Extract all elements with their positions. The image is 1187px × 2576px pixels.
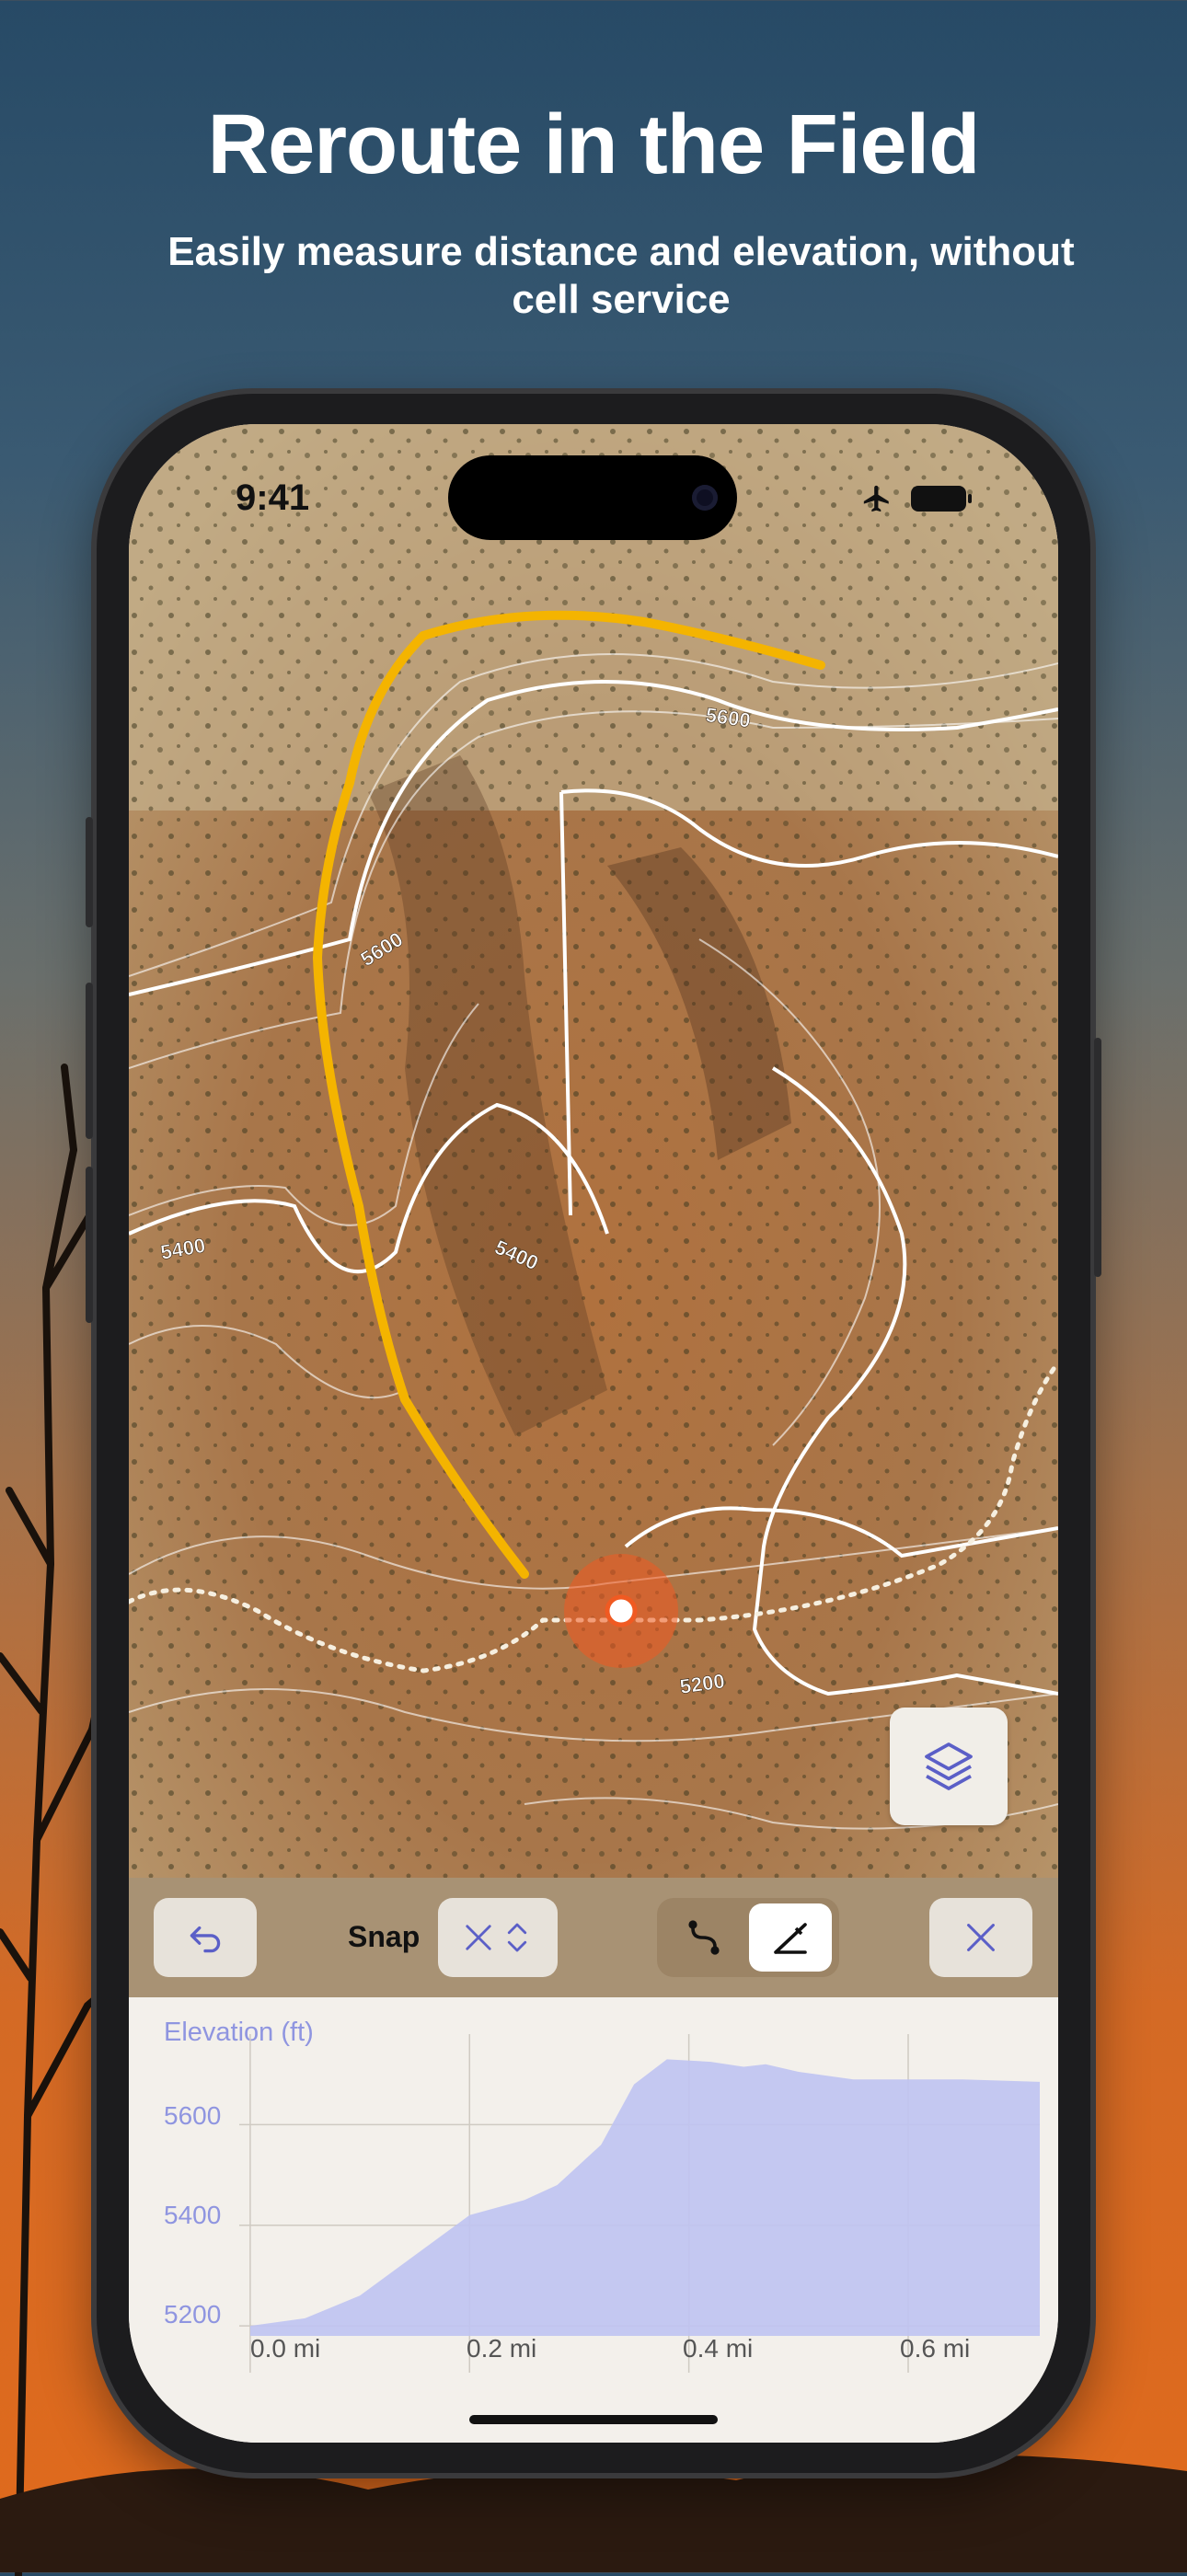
snap-toggle[interactable] xyxy=(438,1898,558,1977)
draw-mode-button[interactable] xyxy=(749,1903,832,1972)
chevron-up-down-icon xyxy=(498,1918,536,1957)
marketing-subheadline: Easily measure distance and elevation, w… xyxy=(129,228,1113,324)
elevation-area xyxy=(250,2059,1040,2336)
undo-button[interactable] xyxy=(154,1898,257,1977)
x-tick-label: 0.4 mi xyxy=(683,2334,753,2363)
marketing-headline: Reroute in the Field xyxy=(0,97,1187,193)
phone-screen: 5600 5600 5400 5400 5200 9:41 xyxy=(129,424,1058,2443)
front-camera xyxy=(692,485,718,511)
status-icons xyxy=(861,483,966,514)
home-indicator[interactable] xyxy=(469,2415,718,2424)
undo-icon xyxy=(182,1915,228,1961)
snap-label: Snap xyxy=(348,1920,420,1954)
layers-icon xyxy=(919,1737,978,1796)
action-button xyxy=(86,817,93,927)
status-time: 9:41 xyxy=(236,477,309,519)
route-edit-toolbar: Snap xyxy=(129,1878,1058,1997)
layers-button[interactable] xyxy=(890,1708,1008,1825)
volume-up-button xyxy=(86,983,93,1139)
x-tick-label: 0.2 mi xyxy=(467,2334,536,2363)
route-point-marker[interactable] xyxy=(607,1597,635,1625)
volume-down-button xyxy=(86,1167,93,1323)
x-icon xyxy=(459,1918,498,1957)
airplane-mode-icon xyxy=(861,483,893,514)
route-snap-mode-button[interactable] xyxy=(663,1903,745,1972)
draw-icon xyxy=(768,1915,812,1960)
y-tick-label: 5400 xyxy=(164,2201,221,2230)
x-tick-label: 0.0 mi xyxy=(250,2334,320,2363)
elevation-profile[interactable]: Elevation (ft) 5600 5400 5200 0.0 mi 0.2… xyxy=(129,1997,1058,2443)
x-tick-label: 0.6 mi xyxy=(900,2334,970,2363)
phone-frame: 5600 5600 5400 5400 5200 9:41 xyxy=(97,394,1090,2473)
edit-mode-segmented-control xyxy=(657,1898,839,1977)
close-icon xyxy=(960,1916,1002,1959)
y-tick-label: 5200 xyxy=(164,2300,221,2329)
elevation-chart[interactable] xyxy=(129,1997,1058,2443)
dynamic-island xyxy=(448,455,737,540)
topo-map[interactable]: 5600 5600 5400 5400 5200 xyxy=(129,424,1058,1878)
side-button xyxy=(1094,1038,1101,1277)
y-tick-label: 5600 xyxy=(164,2101,221,2131)
battery-icon xyxy=(911,486,966,512)
close-button[interactable] xyxy=(929,1898,1032,1977)
route-snap-icon xyxy=(682,1915,726,1960)
